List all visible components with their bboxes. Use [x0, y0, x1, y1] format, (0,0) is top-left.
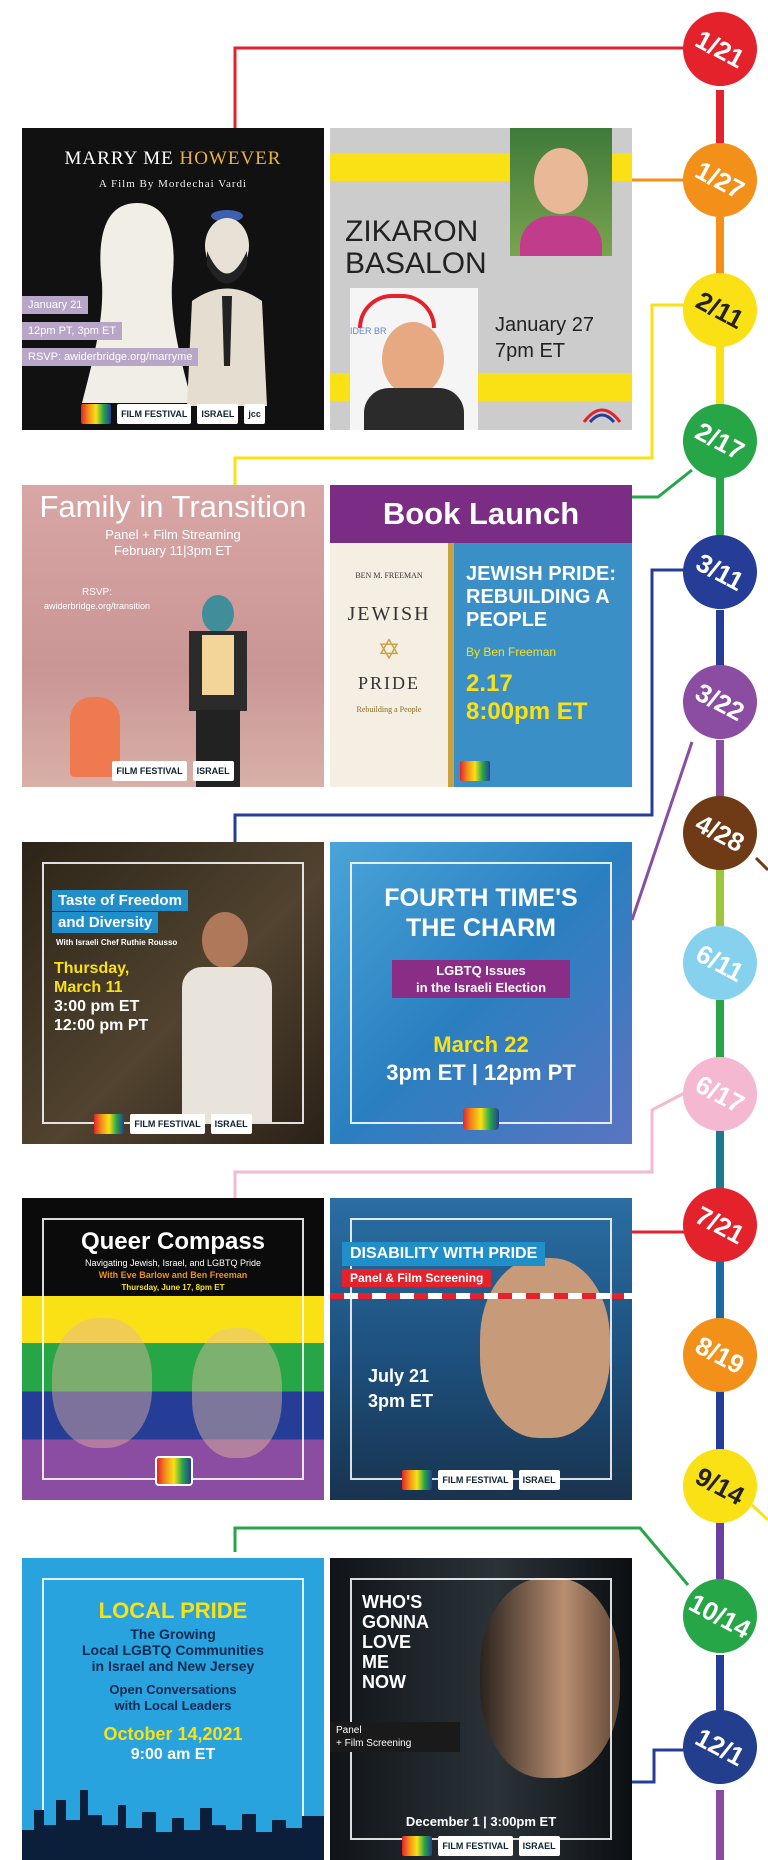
desc-line-1: The Growing — [130, 1626, 216, 1642]
event-card-taste-of-freedom[interactable]: Taste of Freedom and Diversity With Isra… — [22, 842, 324, 1144]
logo-israel: ISRAEL — [197, 404, 239, 424]
byline: By Ben Freeman — [466, 645, 557, 659]
logo-film-festival: FILM FESTIVAL — [112, 761, 187, 781]
rsvp-url: awiderbridge.org/transition — [43, 601, 151, 611]
desc-line-5: with Local Leaders — [114, 1698, 232, 1713]
sponsor-logos: FILM FESTIVAL ISRAEL jcc — [22, 404, 324, 424]
card-title: Queer Compass — [80, 1228, 266, 1255]
event-card-marry-me-however[interactable]: MARRY ME HOWEVER A Film By Mordechai Var… — [22, 128, 324, 430]
card-subtitle: A Film By Mordechai Vardi — [98, 178, 248, 190]
sponsor-logos — [460, 761, 632, 781]
speaker-face-1 — [52, 1318, 152, 1448]
desc-line-3: in Israel and New Jersey — [91, 1658, 255, 1674]
event-card-book-launch[interactable]: Book Launch BEN M. FREEMAN JEWISH ✡ PRID… — [330, 485, 632, 787]
logo-film-festival: FILM FESTIVAL — [438, 1470, 513, 1490]
event-date: 2.17 — [466, 670, 513, 697]
logo-film-festival: FILM FESTIVAL — [117, 404, 192, 424]
event-time: 3pm ET | 12pm PT — [386, 1060, 576, 1085]
date-label: January 21 — [22, 296, 89, 314]
logo-awb — [402, 1836, 433, 1856]
card-title: Family in Transition — [39, 489, 307, 524]
sponsor-logos: FILM FESTIVAL ISRAEL — [330, 1836, 632, 1856]
event-date: March 11 — [54, 979, 123, 996]
event-time: 8:00pm ET — [466, 698, 588, 725]
event-date-time: December 1 | 3:00pm ET — [405, 1814, 557, 1829]
awb-logo-icon — [582, 408, 622, 424]
card-subtitle: With Israeli Chef Ruthie Rousso — [56, 938, 178, 947]
logo-israel: ISRAEL — [518, 1470, 560, 1490]
logo-jcc: jcc — [244, 404, 265, 424]
logo-israel: ISRAEL — [518, 1836, 560, 1856]
city-skyline-illustration — [22, 1790, 324, 1860]
chef-figure — [172, 912, 282, 1122]
event-card-queer-compass[interactable]: Queer Compass Navigating Jewish, Israel,… — [22, 1198, 324, 1500]
card-title: WHO'S GONNA LOVE ME NOW — [362, 1592, 429, 1692]
person-standing — [184, 595, 254, 787]
card-title-2: and Diversity — [52, 912, 159, 933]
event-card-local-pride[interactable]: LOCAL PRIDE The Growing Local LGBTQ Comm… — [22, 1558, 324, 1860]
logo-film-festival: FILM FESTIVAL — [130, 1114, 205, 1134]
card-subtitle: Panel & Film Screening — [342, 1269, 492, 1287]
event-time-pt: 12:00 pm PT — [54, 1017, 149, 1034]
subtitle-band: Panel + Film Screening — [330, 1722, 460, 1752]
event-card-fourth-times-the-charm[interactable]: FOURTH TIME'S THE CHARM LGBTQ Issues in … — [330, 842, 632, 1144]
card-title-1: Taste of Freedom — [52, 890, 188, 911]
speaker-photo-2: IDER BR — [350, 288, 478, 430]
rsvp-label: RSVP: awiderbridge.org/marryme — [22, 348, 199, 366]
card-subtitle-3: Thursday, June 17, 8pm ET — [121, 1283, 225, 1292]
event-time: 7pm ET — [495, 340, 566, 362]
logo-film-festival: FILM FESTIVAL — [438, 1836, 513, 1856]
time-label: 12pm PT, 3pm ET — [22, 322, 123, 340]
card-title: LOCAL PRIDE — [98, 1598, 248, 1623]
sponsor-logos: FILM FESTIVAL ISRAEL — [22, 761, 324, 781]
card-subtitle-1: Navigating Jewish, Israel, and LGBTQ Pri… — [84, 1258, 262, 1268]
speaker-face-2 — [192, 1328, 282, 1458]
card-date: February 11|3pm ET — [113, 543, 232, 558]
event-date: October 14,2021 — [103, 1724, 243, 1744]
book-cover: BEN M. FREEMAN JEWISH ✡ PRIDE Rebuilding… — [330, 543, 448, 787]
awb-logo-icon — [155, 1456, 193, 1486]
sponsor-logos: FILM FESTIVAL ISRAEL — [330, 1470, 632, 1490]
event-time: 9:00 am ET — [130, 1746, 216, 1763]
book-spine — [448, 543, 454, 787]
awb-logo-icon — [463, 1108, 499, 1130]
event-card-disability-with-pride[interactable]: DISABILITY WITH PRIDE Panel & Film Scree… — [330, 1198, 632, 1500]
topic-band: LGBTQ Issues in the Israeli Election — [392, 960, 570, 998]
star-of-david-icon: ✡ — [377, 634, 401, 665]
event-date: March 22 — [433, 1032, 529, 1057]
logo-awb — [460, 761, 490, 781]
desc-line-2: Local LGBTQ Communities — [81, 1642, 264, 1658]
logo-awb — [81, 404, 112, 424]
card-subtitle-2: With Eve Barlow and Ben Freeman — [98, 1270, 248, 1280]
logo-awb — [94, 1114, 125, 1134]
book-headline: JEWISH PRIDE: REBUILDING A PEOPLE — [466, 563, 617, 631]
logo-awb — [402, 1470, 433, 1490]
event-card-zikaron-basalon[interactable]: ZIKARON BASALON IDER BR January 27 7pm E… — [330, 128, 632, 430]
card-title: ZIKARON BASALON — [345, 215, 487, 280]
card-header: Book Launch — [330, 485, 632, 543]
logo-israel: ISRAEL — [210, 1114, 252, 1134]
event-day: Thursday, — [54, 960, 130, 977]
desc-line-4: Open Conversations — [109, 1682, 237, 1697]
card-title: DISABILITY WITH PRIDE — [342, 1242, 546, 1266]
event-card-whos-gonna-love-me-now[interactable]: WHO'S GONNA LOVE ME NOW Panel + Film Scr… — [330, 1558, 632, 1860]
event-time: 3pm ET — [368, 1391, 434, 1411]
event-date: July 21 — [368, 1366, 430, 1386]
sponsor-logos: FILM FESTIVAL ISRAEL — [22, 1114, 324, 1134]
card-title-1: FOURTH TIME'S — [384, 884, 578, 912]
speaker-photo-1 — [510, 128, 612, 256]
logo-israel: ISRAEL — [192, 761, 234, 781]
card-title: MARRY ME HOWEVER — [64, 148, 282, 169]
card-subtitle: Panel + Film Streaming — [105, 527, 241, 542]
rsvp-label: RSVP: — [81, 587, 112, 598]
card-title-2: THE CHARM — [406, 914, 556, 942]
groom-illustration — [187, 210, 267, 406]
event-date: January 27 — [495, 314, 594, 336]
event-time-et: 3:00 pm ET — [54, 998, 140, 1015]
event-card-family-in-transition[interactable]: Family in Transition Panel + Film Stream… — [22, 485, 324, 787]
